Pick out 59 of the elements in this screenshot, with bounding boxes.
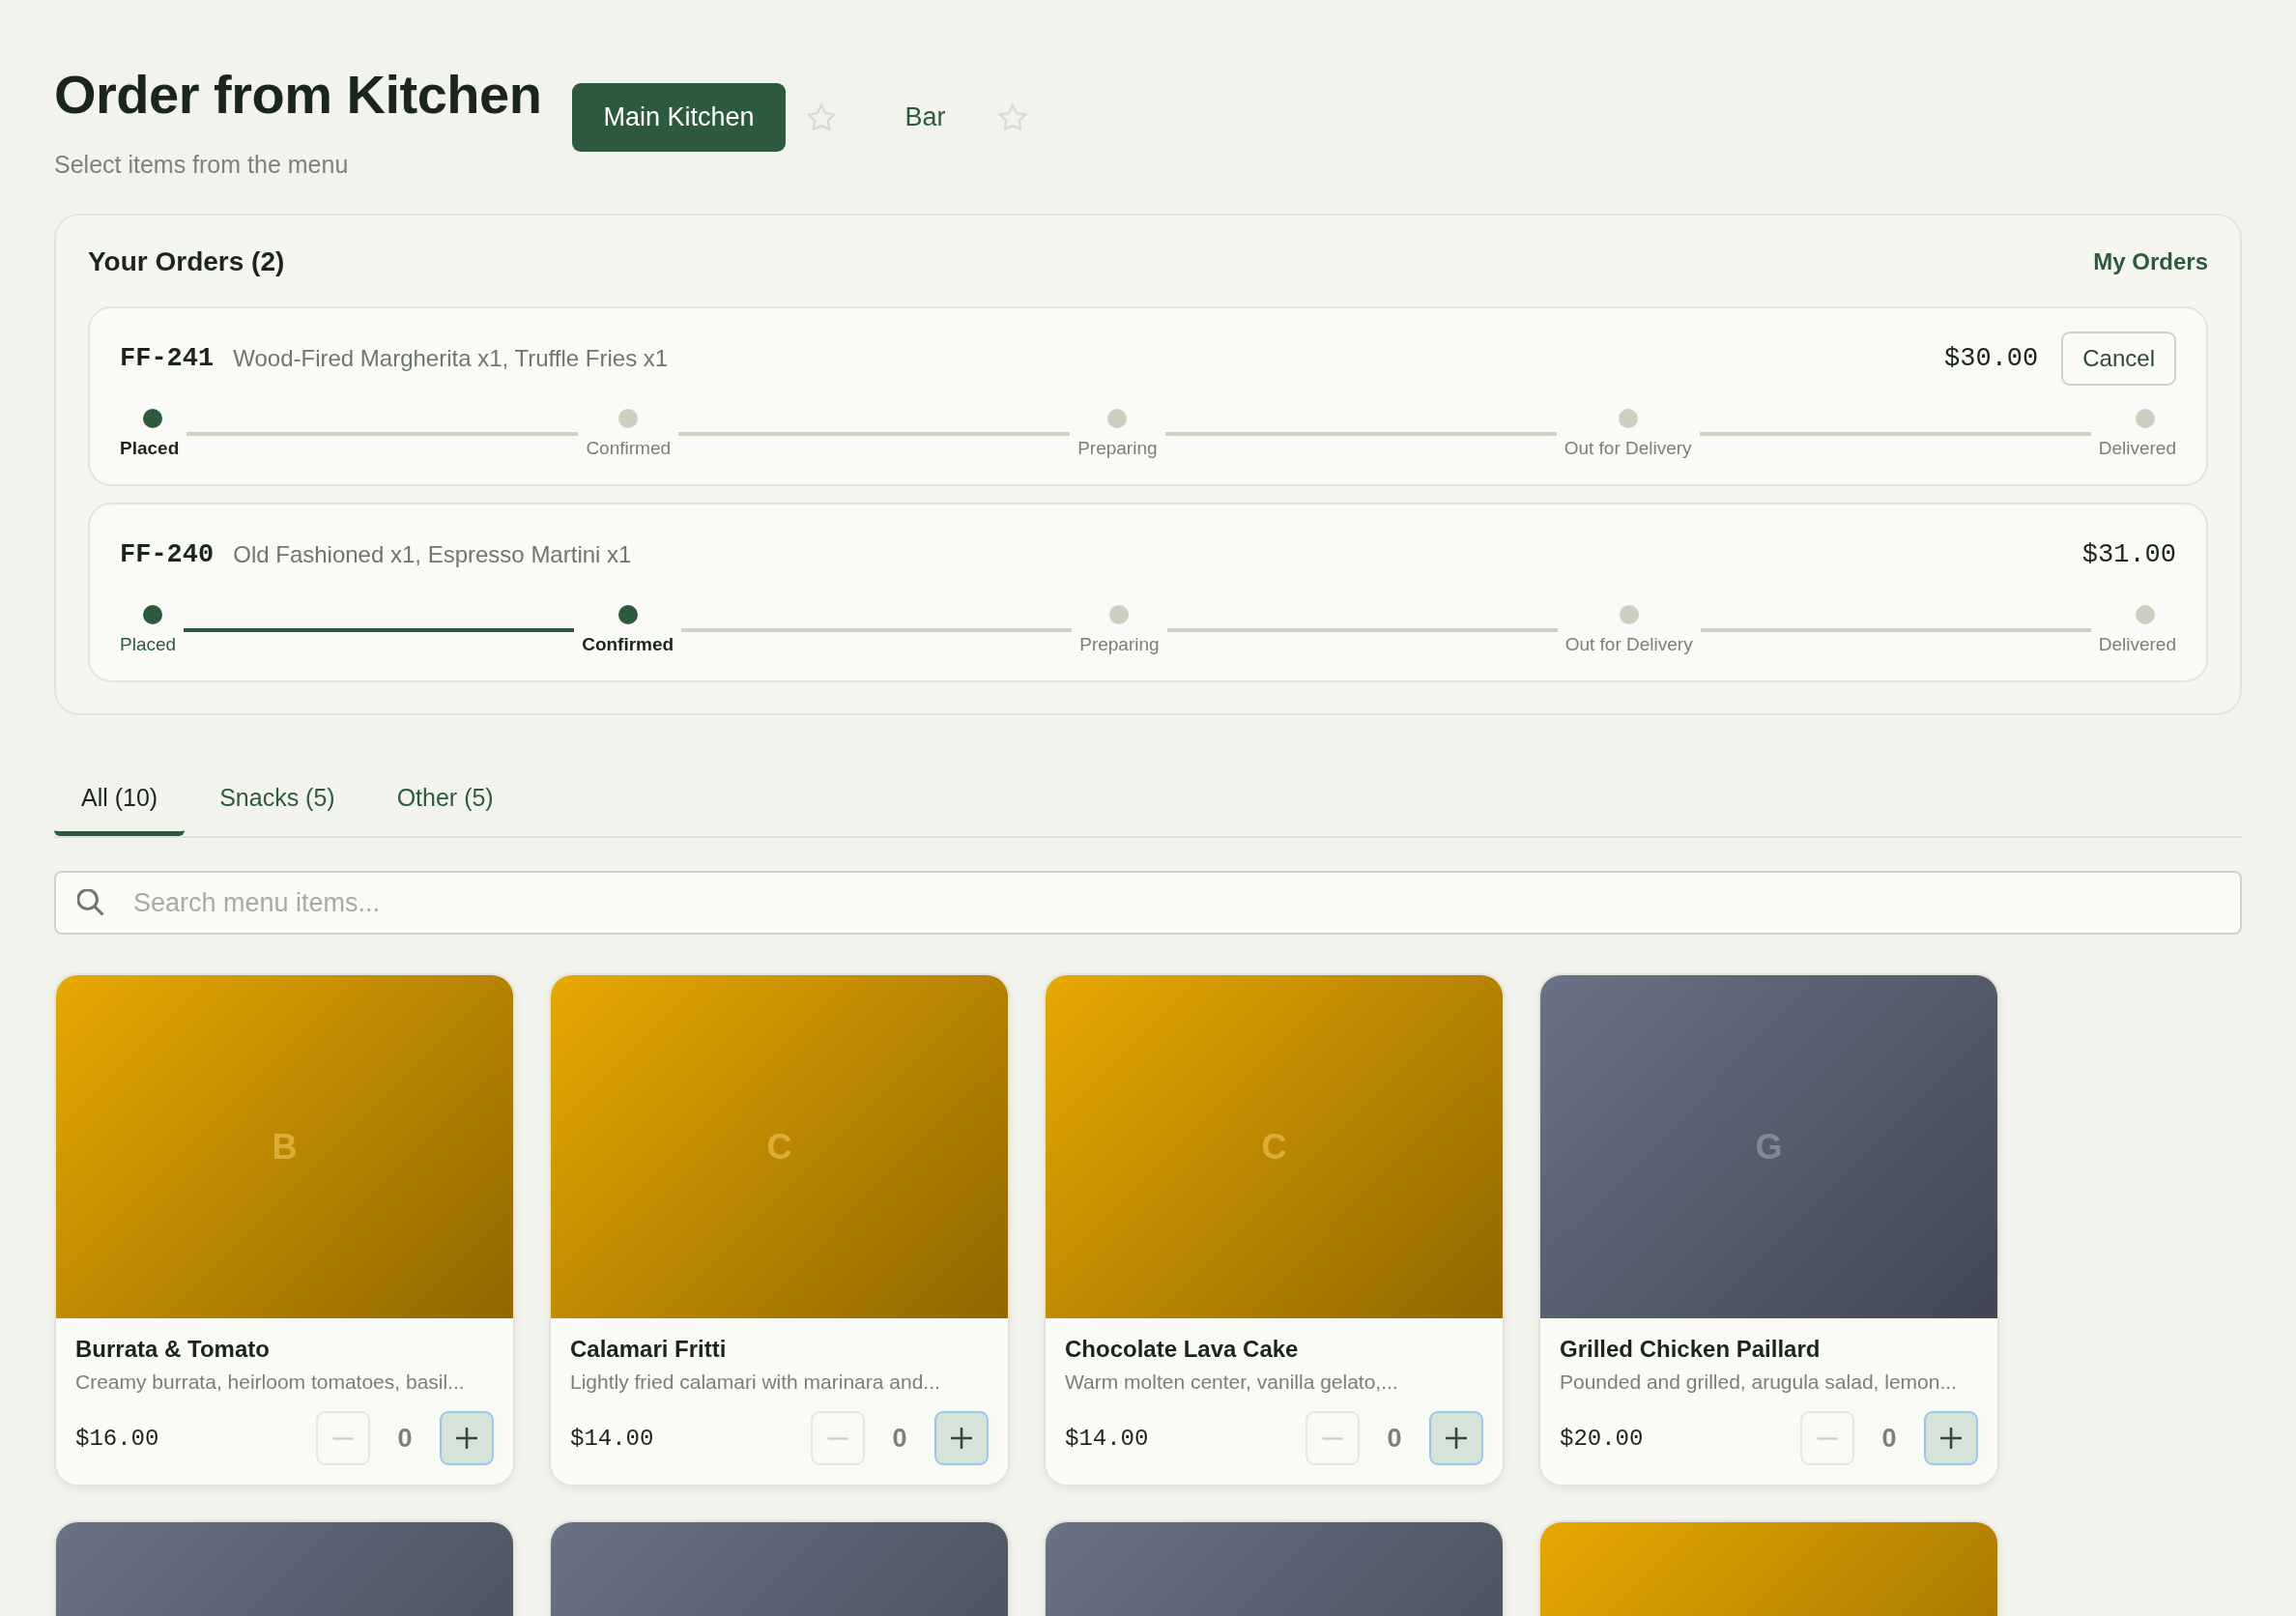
item-name: Calamari Fritti xyxy=(570,1336,728,1363)
minus-icon xyxy=(827,1436,848,1440)
order-total: $30.00 xyxy=(1944,344,2039,373)
step-label: Out for Delivery xyxy=(1564,438,1692,459)
order-id: FF-240 xyxy=(120,540,215,569)
item-description: Creamy burrata, heirloom tomatoes, basil... xyxy=(75,1371,466,1394)
item-quantity: 0 xyxy=(1386,1423,1403,1454)
plus-icon xyxy=(951,1428,972,1449)
plus-icon xyxy=(1446,1428,1467,1449)
search-icon xyxy=(77,889,104,916)
page-title: Order from Kitchen xyxy=(54,63,542,127)
item-name: Chocolate Lava Cake xyxy=(1065,1336,1300,1363)
item-initial: B xyxy=(272,1126,298,1168)
item-initial: C xyxy=(766,1126,792,1168)
item-price: $20.00 xyxy=(1560,1425,1644,1452)
item-quantity: 0 xyxy=(891,1423,908,1454)
item-description: Warm molten center, vanilla gelato,... xyxy=(1065,1371,1399,1394)
step-label: Preparing xyxy=(1079,634,1160,655)
increase-button[interactable] xyxy=(1429,1411,1483,1465)
minus-icon xyxy=(332,1436,354,1440)
step-label: Out for Delivery xyxy=(1564,634,1693,655)
category-tab[interactable]: All (10) xyxy=(54,764,186,836)
item-description: Pounded and grilled, arugula salad, lemon... xyxy=(1560,1371,1958,1394)
increase-button[interactable] xyxy=(934,1411,989,1465)
panel-title: Your Orders (2) xyxy=(88,246,285,277)
item-initial: C xyxy=(1261,1126,1287,1168)
item-description: Lightly fried calamari with marinara and... xyxy=(570,1371,941,1394)
step-label: Placed xyxy=(120,438,180,459)
order-id: FF-241 xyxy=(120,344,215,373)
item-quantity: 0 xyxy=(1880,1423,1898,1454)
page-subtitle: Select items from the menu xyxy=(54,151,350,179)
category-tab[interactable]: Other (5) xyxy=(369,764,521,836)
item-price: $14.00 xyxy=(570,1425,654,1452)
increase-button[interactable] xyxy=(440,1411,494,1465)
search-field[interactable]: Search menu items... xyxy=(54,871,2242,935)
my-orders-link[interactable]: My Orders xyxy=(2093,248,2208,275)
kitchen-tab[interactable]: Main Kitchen xyxy=(572,83,786,152)
category-tab[interactable]: Snacks (5) xyxy=(192,764,362,836)
minus-icon xyxy=(1817,1436,1838,1440)
step-label: Delivered xyxy=(2098,438,2176,459)
minus-icon xyxy=(1322,1436,1343,1440)
item-name: Grilled Chicken Paillard xyxy=(1560,1336,1822,1363)
item-price: $14.00 xyxy=(1065,1425,1149,1452)
step-label: Placed xyxy=(120,634,177,655)
order-items: Old Fashioned x1, Espresso Martini x1 xyxy=(233,541,632,568)
order-items: Wood-Fired Margherita x1, Truffle Fries x1 xyxy=(233,345,669,372)
step-label: Confirmed xyxy=(582,634,674,655)
step-label: Preparing xyxy=(1077,438,1158,459)
increase-button[interactable] xyxy=(1924,1411,1978,1465)
order-total: $31.00 xyxy=(2081,540,2176,569)
plus-icon xyxy=(1940,1428,1962,1449)
kitchen-tab[interactable]: Bar xyxy=(874,83,977,152)
step-label: Confirmed xyxy=(586,438,672,459)
cancel-button[interactable]: Cancel xyxy=(2061,332,2176,386)
plus-icon xyxy=(456,1428,477,1449)
item-quantity: 0 xyxy=(396,1423,414,1454)
item-price: $16.00 xyxy=(75,1425,159,1452)
step-label: Delivered xyxy=(2098,634,2176,655)
item-name: Burrata & Tomato xyxy=(75,1336,271,1363)
